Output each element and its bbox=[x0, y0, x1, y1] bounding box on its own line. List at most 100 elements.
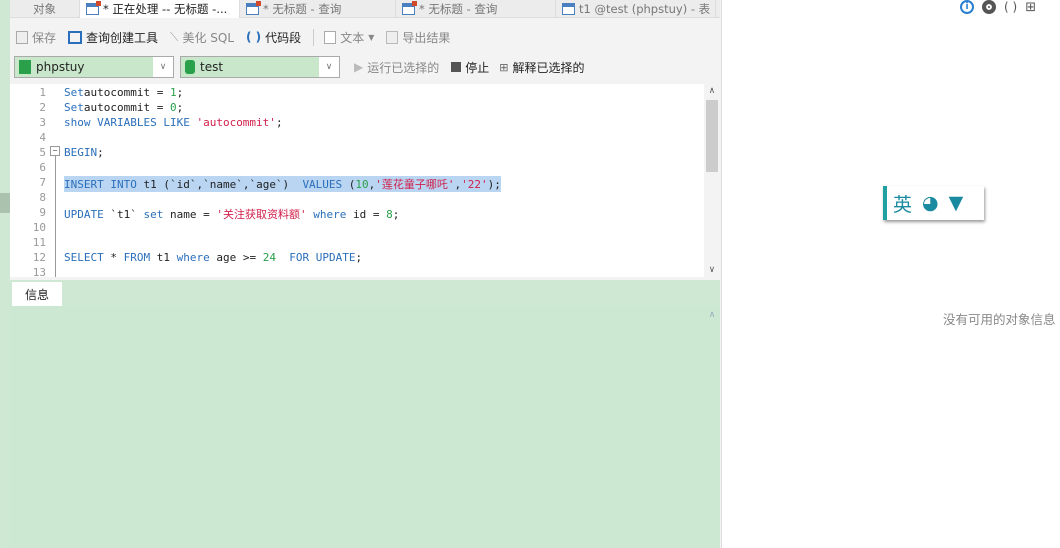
beautify-sql-button[interactable]: ⟍ 美化 SQL bbox=[170, 29, 234, 46]
tab-label: * 无标题 - 查询 bbox=[419, 2, 498, 16]
query-builder-icon bbox=[68, 30, 83, 44]
code-token: where bbox=[306, 208, 353, 221]
code-token: show VARIABLES LIKE bbox=[64, 116, 197, 129]
tab-1[interactable]: * 正在处理 -- 无标题 -... bbox=[80, 0, 240, 18]
info-scrollbar[interactable]: ∧ bbox=[704, 306, 720, 548]
line-number: 12 bbox=[32, 251, 46, 264]
save-button[interactable]: 保存 bbox=[16, 29, 56, 46]
fold-toggle-icon[interactable]: − bbox=[50, 146, 60, 156]
stop-button[interactable]: 停止 bbox=[451, 59, 489, 76]
scroll-down-icon[interactable]: ∨ bbox=[704, 265, 720, 275]
connection-select[interactable]: phpstuy ∨ bbox=[14, 56, 174, 78]
selector-row: phpstuy ∨ test ∨ ▶ 运行已选择的 停止 ⊞ 解释已选择的 bbox=[14, 56, 585, 78]
query-editor-panel: 对象 * 正在处理 -- 无标题 -... * 无标题 - 查询 * 无标题 - 查询… bbox=[0, 0, 722, 548]
line-number: 9 bbox=[39, 206, 46, 219]
explain-selected-button[interactable]: ⊞ 解释已选择的 bbox=[499, 59, 584, 76]
tab-label: * 无标题 - 查询 bbox=[263, 2, 342, 16]
tab-info[interactable]: 信息 bbox=[12, 282, 62, 306]
preview-eye-icon[interactable] bbox=[982, 0, 996, 14]
result-tab-bar: 信息 bbox=[10, 280, 720, 306]
query-builder-button[interactable]: 查询创建工具 bbox=[68, 29, 158, 46]
tab-label: t1 @test (phpstuy) - 表 bbox=[579, 2, 711, 16]
code-token: * bbox=[110, 251, 124, 264]
code-token: '莲花童子哪吒' bbox=[375, 178, 455, 191]
code-token: set bbox=[143, 208, 170, 221]
line-number: 7 bbox=[39, 176, 46, 189]
sql-editor[interactable]: 1 Setautocommit = 1; 2 Setautocommit = 0; 3 s… bbox=[10, 84, 720, 277]
code-line[interactable]: UPDATE `t1` set name = '关注获取资料额' where i… bbox=[64, 206, 399, 222]
line-number: 10 bbox=[32, 221, 46, 234]
info-icon[interactable]: i bbox=[960, 0, 974, 14]
code-token: id = bbox=[352, 208, 387, 221]
code-line[interactable]: Setautocommit = 0; bbox=[64, 101, 183, 114]
moon-icon[interactable]: ◕ bbox=[922, 192, 939, 214]
code-token: `t1` bbox=[110, 208, 144, 221]
code-token: 10 bbox=[355, 178, 369, 191]
code-line[interactable]: BEGIN; bbox=[64, 146, 104, 159]
connection-icon bbox=[19, 60, 31, 74]
code-token: 24 bbox=[262, 251, 276, 264]
save-icon bbox=[16, 30, 28, 44]
database-select[interactable]: test ∨ bbox=[180, 56, 340, 78]
code-token: 1 bbox=[169, 86, 177, 99]
play-icon: ▶ bbox=[354, 60, 364, 74]
code-line[interactable]: INSERT INTO t1 (`id`,`name`,`age`) VALUE… bbox=[64, 176, 501, 192]
database-icon bbox=[185, 60, 195, 74]
text-button[interactable]: 文本 ▼ bbox=[313, 28, 375, 46]
query-icon bbox=[402, 1, 417, 15]
tab-2[interactable]: * 无标题 - 查询 bbox=[240, 0, 396, 18]
query-icon bbox=[246, 1, 261, 15]
code-token: FOR UPDATE bbox=[275, 251, 356, 264]
scroll-up-icon[interactable]: ∧ bbox=[704, 86, 720, 96]
shirt-icon[interactable]: ▼ bbox=[949, 192, 964, 214]
document-icon bbox=[324, 30, 337, 44]
editor-scrollbar[interactable]: ∧ ∨ bbox=[704, 84, 720, 277]
ime-toolbar[interactable]: 英 ◕ ▼ bbox=[883, 186, 984, 220]
table-grid-icon[interactable]: ⊞ bbox=[1025, 0, 1036, 15]
tab-bar: 对象 * 正在处理 -- 无标题 -... * 无标题 - 查询 * 无标题 - 查询… bbox=[10, 0, 720, 18]
right-panel-toolbar: i ( ) ⊞ bbox=[960, 0, 1036, 15]
code-token: UPDATE bbox=[64, 208, 111, 221]
code-token: '关注获取资料额' bbox=[216, 208, 307, 221]
code-line[interactable]: show VARIABLES LIKE 'autocommit'; bbox=[64, 116, 283, 129]
chevron-down-icon: ∨ bbox=[159, 62, 167, 72]
dropdown-icon: ▼ bbox=[368, 32, 375, 42]
scroll-up-icon[interactable]: ∧ bbox=[704, 310, 720, 320]
code-token: where bbox=[176, 251, 217, 264]
code-token: 8 bbox=[386, 208, 393, 221]
tab-4[interactable]: t1 @test (phpstuy) - 表 bbox=[556, 0, 716, 18]
tab-label: 对象 bbox=[33, 2, 56, 16]
tab-3[interactable]: * 无标题 - 查询 bbox=[396, 0, 556, 18]
line-number: 3 bbox=[39, 116, 46, 129]
fold-guide bbox=[55, 156, 56, 277]
code-token: FROM bbox=[123, 251, 157, 264]
ime-language[interactable]: 英 bbox=[893, 190, 912, 217]
code-token: 'autocommit' bbox=[196, 116, 276, 129]
code-snippet-button[interactable]: ( ) 代码段 bbox=[246, 29, 301, 46]
tab-0[interactable]: 对象 bbox=[10, 0, 80, 18]
code-line[interactable]: Setautocommit = 1; bbox=[64, 86, 183, 99]
code-token: ); bbox=[487, 178, 501, 191]
scrollbar-thumb[interactable] bbox=[706, 100, 718, 172]
code-token: autocommit = bbox=[83, 86, 170, 99]
beautify-icon: ⟍ bbox=[170, 29, 179, 44]
line-number: 2 bbox=[39, 101, 46, 114]
line-number: 13 bbox=[32, 266, 46, 277]
braces-icon[interactable]: ( ) bbox=[1004, 0, 1017, 14]
code-token: Set bbox=[64, 101, 84, 114]
code-token: Set bbox=[64, 86, 84, 99]
info-pane: ∧ bbox=[10, 306, 720, 548]
tab-label: * 正在处理 -- 无标题 -... bbox=[103, 2, 228, 16]
code-token: ; bbox=[176, 101, 184, 114]
table-icon bbox=[562, 3, 575, 15]
run-selected-button[interactable]: ▶ 运行已选择的 bbox=[354, 59, 439, 76]
chevron-down-icon: ∨ bbox=[325, 62, 333, 72]
line-number: 6 bbox=[39, 161, 46, 174]
line-number: 4 bbox=[39, 131, 46, 144]
code-token: '22' bbox=[461, 178, 488, 191]
code-line[interactable]: SELECT * FROM t1 where age >= 24 FOR UPD… bbox=[64, 251, 362, 264]
export-results-button[interactable]: 导出结果 bbox=[386, 29, 450, 46]
code-token: name = bbox=[169, 208, 217, 221]
code-token: SELECT bbox=[64, 251, 111, 264]
explain-icon: ⊞ bbox=[499, 60, 509, 74]
